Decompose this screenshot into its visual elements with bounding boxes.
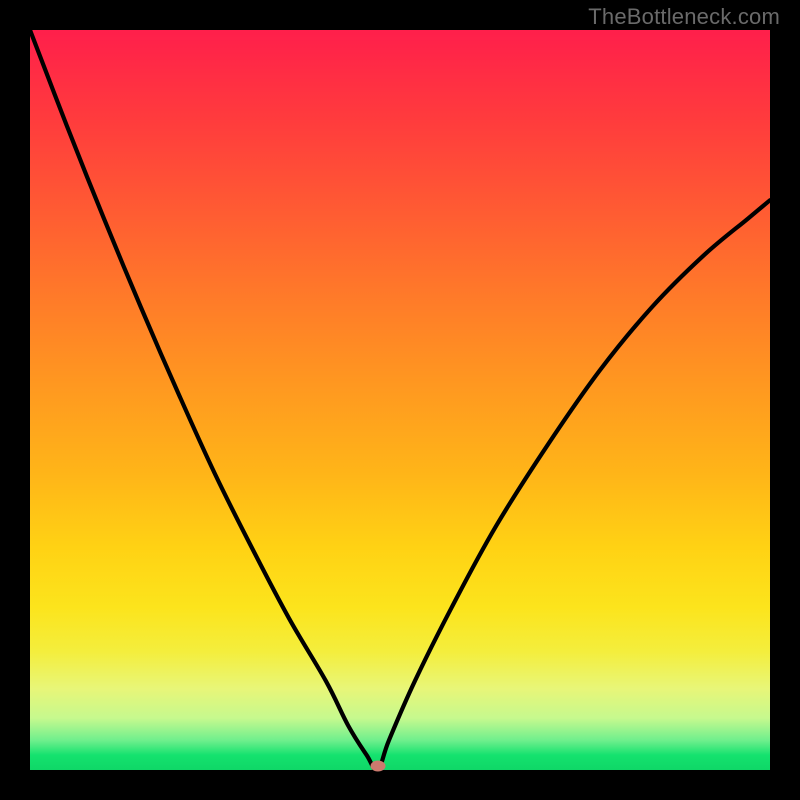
watermark-text: TheBottleneck.com: [588, 4, 780, 30]
bottleneck-curve: [30, 30, 770, 770]
optimal-point-marker: [370, 761, 385, 772]
chart-frame: [30, 30, 770, 770]
